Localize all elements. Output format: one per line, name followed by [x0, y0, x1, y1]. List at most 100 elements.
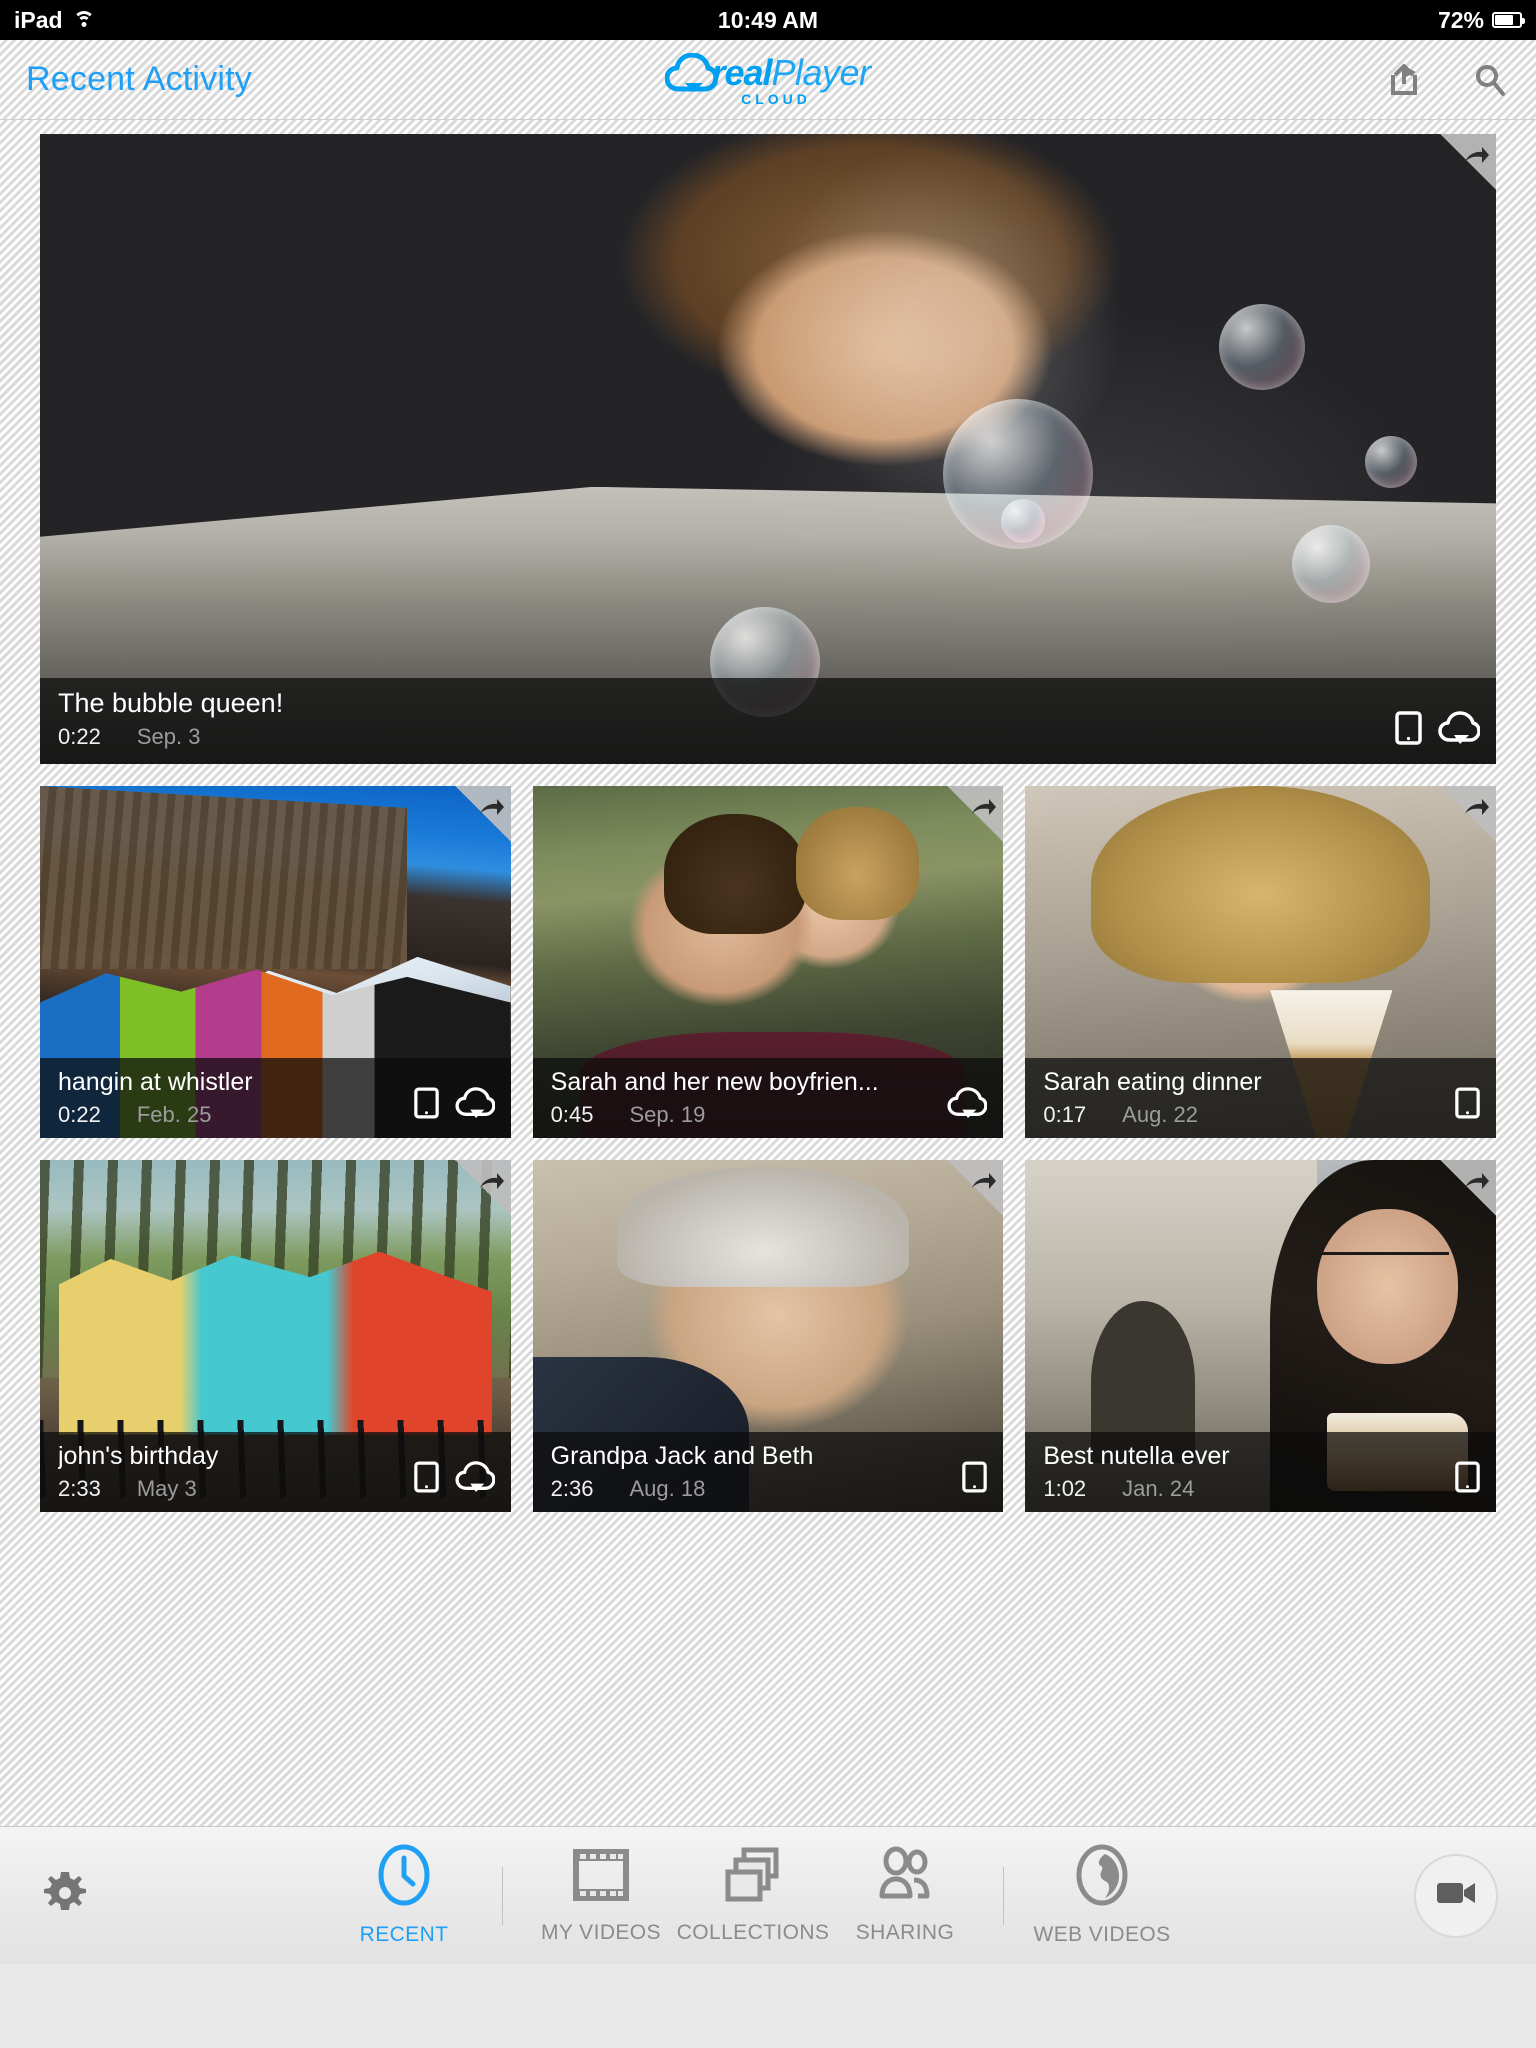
- device-icon: [413, 1087, 439, 1124]
- camcorder-icon: [1435, 1878, 1477, 1913]
- tab-my-videos[interactable]: MY VIDEOS: [525, 1846, 677, 1945]
- tab-sharing[interactable]: SHARING: [829, 1846, 981, 1945]
- video-duration: 2:36: [550, 1476, 594, 1501]
- device-icon: [413, 1461, 439, 1498]
- video-title: Grandpa Jack and Beth: [550, 1442, 814, 1470]
- tab-label: WEB VIDEOS: [1033, 1923, 1171, 1946]
- tab-list: RECENT MY VIDEOS COLLECTIONS SHARING WEB…: [130, 1844, 1376, 1947]
- record-button-slot: [1376, 1853, 1536, 1938]
- video-card[interactable]: Grandpa Jack and Beth 2:36 Aug. 18: [532, 1160, 1004, 1512]
- status-bar-left: iPad: [14, 7, 96, 34]
- people-icon: [876, 1846, 934, 1909]
- video-date: Feb. 25: [136, 1102, 212, 1127]
- video-badges: [947, 1087, 988, 1124]
- wifi-icon: [72, 10, 96, 30]
- logo-text-real: real: [711, 52, 772, 93]
- share-corner-flag[interactable]: [454, 786, 511, 842]
- video-title: Sarah and her new boyfrien...: [550, 1068, 879, 1096]
- video-title: Best nutella ever: [1043, 1442, 1230, 1470]
- share-corner-flag[interactable]: [1440, 1160, 1497, 1216]
- share-corner-flag[interactable]: [1440, 786, 1497, 842]
- video-badges: [1455, 1461, 1480, 1498]
- video-date: Sep. 19: [629, 1102, 706, 1127]
- tab-web-videos[interactable]: WEB VIDEOS: [1026, 1844, 1178, 1947]
- video-caption: Best nutella ever 1:02 Jan. 24: [1025, 1432, 1497, 1512]
- cloud-logo-icon: [665, 53, 718, 93]
- share-icon[interactable]: [1384, 60, 1424, 100]
- share-corner-flag[interactable]: [947, 786, 1004, 842]
- video-card[interactable]: Best nutella ever 1:02 Jan. 24: [1025, 1160, 1497, 1512]
- video-badges: [962, 1461, 988, 1498]
- device-name: iPad: [14, 6, 63, 33]
- video-duration: 0:22: [58, 724, 101, 749]
- video-badges: [413, 1461, 496, 1498]
- tab-divider: [1003, 1866, 1004, 1925]
- video-date: Aug. 18: [629, 1476, 706, 1501]
- device-icon: [1455, 1461, 1480, 1498]
- logo-text-cloud: CLOUD: [741, 91, 811, 107]
- status-bar: iPad 10:49 AM 72%: [0, 0, 1536, 40]
- share-corner-flag[interactable]: [1440, 134, 1496, 190]
- video-card[interactable]: Sarah eating dinner 0:17 Aug. 22: [1025, 786, 1497, 1138]
- logo-text-player: Player: [771, 52, 872, 93]
- device-icon: [962, 1461, 988, 1498]
- clock-icon: [377, 1844, 431, 1911]
- tab-collections[interactable]: COLLECTIONS: [677, 1846, 829, 1945]
- device-icon: [1395, 711, 1422, 750]
- battery-percent-label: 72%: [1437, 6, 1484, 33]
- gear-icon: [40, 1868, 90, 1923]
- tab-label: RECENT: [359, 1923, 449, 1946]
- video-caption: Grandpa Jack and Beth 2:36 Aug. 18: [532, 1432, 1004, 1512]
- video-duration: 1:02: [1043, 1476, 1087, 1501]
- video-card[interactable]: hangin at whistler 0:22 Feb. 25: [40, 786, 511, 1138]
- share-corner-flag[interactable]: [454, 1160, 511, 1216]
- video-duration: 0:45: [550, 1102, 594, 1127]
- status-bar-clock: 10:49 AM: [717, 6, 819, 33]
- share-corner-flag[interactable]: [947, 1160, 1004, 1216]
- navigation-actions: [1384, 60, 1510, 100]
- video-caption: Sarah and her new boyfrien... 0:45 Sep. …: [532, 1058, 1004, 1138]
- video-date: Aug. 22: [1122, 1102, 1199, 1127]
- navigation-bar: Recent Activity real Player CLOUD: [0, 40, 1536, 120]
- search-icon[interactable]: [1470, 60, 1510, 100]
- video-badges: [1395, 711, 1481, 750]
- record-video-button[interactable]: [1414, 1853, 1498, 1938]
- video-grid-row: john's birthday 2:33 May 3 Grandpa Jack …: [40, 1160, 1497, 1512]
- tab-label: MY VIDEOS: [541, 1921, 661, 1944]
- settings-button[interactable]: [0, 1868, 130, 1923]
- film-strip-icon: [572, 1846, 630, 1909]
- tab-recent[interactable]: RECENT: [328, 1844, 480, 1947]
- video-caption: Sarah eating dinner 0:17 Aug. 22: [1025, 1058, 1497, 1138]
- video-title: The bubble queen!: [58, 688, 284, 718]
- stacked-windows-icon: [724, 1846, 782, 1909]
- video-caption: The bubble queen! 0:22 Sep. 3: [40, 678, 1496, 764]
- video-card[interactable]: Sarah and her new boyfrien... 0:45 Sep. …: [532, 786, 1004, 1138]
- video-duration: 0:22: [58, 1102, 101, 1127]
- tab-label: SHARING: [855, 1921, 955, 1944]
- video-date: Sep. 3: [136, 724, 201, 749]
- globe-icon: [1075, 1844, 1129, 1911]
- cloud-icon: [455, 1461, 496, 1498]
- video-title: Sarah eating dinner: [1043, 1068, 1262, 1096]
- cloud-icon: [455, 1087, 496, 1124]
- video-badges: [413, 1087, 496, 1124]
- cloud-icon: [1438, 711, 1481, 750]
- cloud-icon: [947, 1087, 988, 1124]
- device-icon: [1455, 1087, 1480, 1124]
- video-date: May 3: [136, 1476, 197, 1501]
- video-grid-row: hangin at whistler 0:22 Feb. 25 Sarah an…: [40, 786, 1497, 1138]
- battery-icon: [1492, 12, 1525, 28]
- video-badges: [1455, 1087, 1480, 1124]
- video-thumbnail: [40, 134, 1496, 764]
- video-duration: 0:17: [1043, 1102, 1087, 1127]
- recent-activity-grid: The bubble queen! 0:22 Sep. 3 hangin at …: [0, 120, 1536, 1964]
- bottom-tab-bar: RECENT MY VIDEOS COLLECTIONS SHARING WEB…: [0, 1826, 1536, 1964]
- video-card[interactable]: john's birthday 2:33 May 3: [40, 1160, 511, 1512]
- tab-label: COLLECTIONS: [676, 1921, 830, 1944]
- video-duration: 2:33: [58, 1476, 101, 1501]
- tab-divider: [502, 1866, 503, 1925]
- video-date: Jan. 24: [1122, 1476, 1195, 1501]
- status-bar-right: 72%: [1437, 6, 1525, 34]
- page-title: Recent Activity: [26, 60, 252, 98]
- video-card-hero[interactable]: The bubble queen! 0:22 Sep. 3: [40, 134, 1496, 764]
